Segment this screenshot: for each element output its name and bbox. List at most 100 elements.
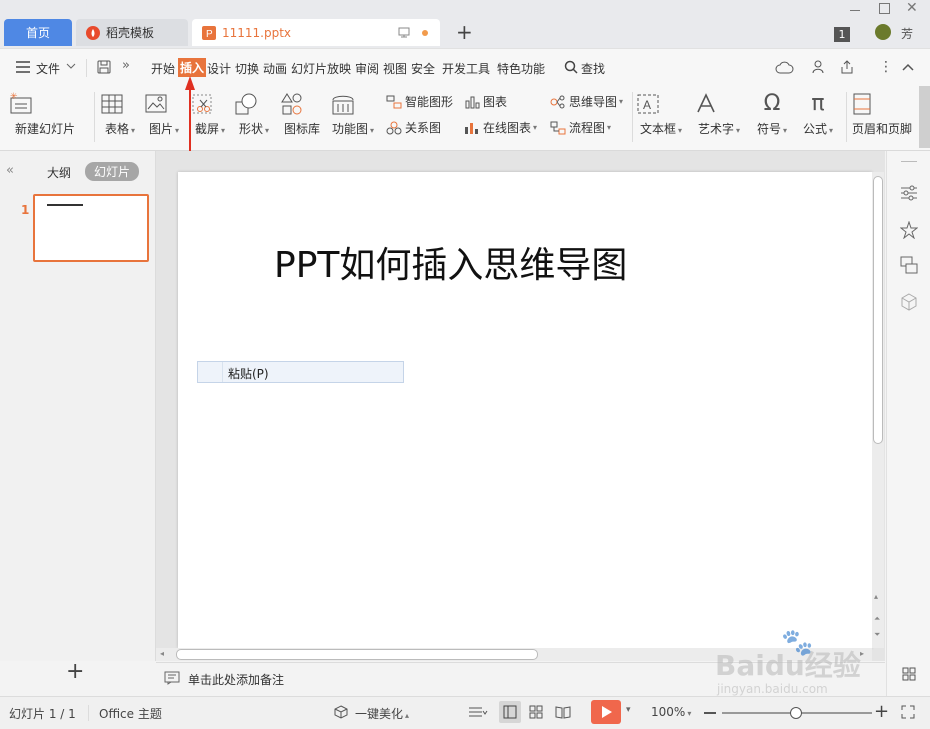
horizontal-scrollbar-thumb[interactable] <box>176 649 538 660</box>
vertical-scrollbar[interactable]: ▴ ⏶ ⏷ <box>872 172 884 648</box>
relation-chart-button[interactable]: 关系图 <box>386 119 441 136</box>
more-double-chevron-icon[interactable]: » <box>122 58 130 73</box>
chart-button[interactable]: 图表 <box>464 93 507 110</box>
collapse-ribbon-icon[interactable] <box>902 63 914 71</box>
zoom-level[interactable]: 100% ▾ <box>651 705 691 719</box>
smart-shape-icon <box>386 95 405 109</box>
grid-view-icon[interactable] <box>902 667 916 681</box>
play-slideshow-button[interactable] <box>591 700 621 724</box>
menu-view[interactable]: 视图 <box>383 60 407 77</box>
minimize-icon[interactable] <box>850 10 860 11</box>
context-menu: 粘贴(P) <box>197 361 404 383</box>
wordart-icon <box>694 92 744 116</box>
scroll-prev-icon[interactable]: ⏶ <box>874 614 880 624</box>
menu-slideshow[interactable]: 幻灯片放映 <box>291 60 351 77</box>
formula-button[interactable]: π 公式 ▾ <box>798 92 838 137</box>
smart-shape-button[interactable]: 智能图形 <box>386 93 453 110</box>
fit-window-icon[interactable] <box>901 705 915 719</box>
save-icon[interactable] <box>97 60 111 74</box>
zoom-out-icon[interactable] <box>704 712 716 714</box>
cube-icon[interactable] <box>900 293 918 311</box>
pi-icon: π <box>811 91 825 116</box>
animation-star-icon[interactable] <box>900 221 918 239</box>
menu-search[interactable]: 查找 <box>581 60 605 77</box>
slide-number: 1 <box>21 203 30 217</box>
tab-outline[interactable]: 大纲 <box>47 164 71 181</box>
sorter-view-icon[interactable] <box>529 705 543 719</box>
paste-menu-item[interactable]: 粘贴(P) <box>228 365 269 382</box>
header-footer-icon <box>852 92 918 116</box>
relation-icon <box>386 121 405 135</box>
beautify-button[interactable]: 一键美化 ▴ <box>355 705 409 722</box>
textbox-button[interactable]: A 文本框 ▾ <box>636 92 686 137</box>
slide-thumbnail[interactable] <box>33 194 149 262</box>
new-tab-button[interactable]: + <box>456 20 473 44</box>
menu-special[interactable]: 特色功能 <box>497 60 545 77</box>
slide-title[interactable]: PPT如何插入思维导图 <box>274 236 627 288</box>
menu-security[interactable]: 安全 <box>411 60 435 77</box>
notes-placeholder[interactable]: 单击此处添加备注 <box>188 671 284 688</box>
table-button[interactable]: 表格 ▾ <box>100 92 140 137</box>
pptx-icon: P <box>202 25 216 40</box>
tab-template[interactable]: 稻壳模板 <box>76 19 188 46</box>
more-vertical-icon[interactable]: ⋮ <box>879 59 893 75</box>
flowchart-button[interactable]: 流程图 ▾ <box>550 119 611 136</box>
theme-name[interactable]: Office 主题 <box>99 705 162 722</box>
tab-slides[interactable]: 幻灯片 <box>85 162 140 181</box>
scroll-left-icon[interactable]: ◂ <box>160 649 164 658</box>
notes-toggle-icon[interactable] <box>468 706 488 718</box>
normal-view-icon[interactable] <box>499 701 521 723</box>
new-slide-button[interactable]: ✳ 新建幻灯片 <box>8 92 82 137</box>
menu-review[interactable]: 审阅 <box>355 60 379 77</box>
zoom-slider-thumb[interactable] <box>790 707 802 719</box>
shapes-icon <box>234 92 274 116</box>
menu-animation[interactable]: 动画 <box>263 60 287 77</box>
watermark-brand: Baidu经验 <box>715 649 861 682</box>
slide-switch-icon[interactable] <box>900 256 918 274</box>
shape-button[interactable]: 形状 ▾ <box>234 92 274 137</box>
cloud-sync-icon[interactable] <box>775 61 795 75</box>
tab-home[interactable]: 首页 <box>4 19 72 46</box>
monitor-icon[interactable] <box>398 27 410 38</box>
hamburger-icon[interactable] <box>16 61 30 73</box>
tab-template-label: 稻壳模板 <box>106 26 155 40</box>
maximize-icon[interactable] <box>879 3 890 14</box>
export-icon[interactable] <box>840 60 854 74</box>
mindmap-button[interactable]: 思维导图 ▾ <box>550 93 623 110</box>
menu-start[interactable]: 开始 <box>151 60 175 77</box>
properties-icon[interactable] <box>900 185 918 201</box>
scroll-up-small-icon[interactable]: ▴ <box>874 592 878 601</box>
menu-design[interactable]: 设计 <box>207 60 231 77</box>
icon-library-button[interactable]: 图标库 <box>280 92 324 137</box>
symbol-button[interactable]: Ω 符号 ▾ <box>752 92 792 137</box>
share-user-icon[interactable] <box>812 60 826 74</box>
menu-transition[interactable]: 切换 <box>235 60 259 77</box>
slides-panel: « 大纲 幻灯片 1 + <box>0 151 156 684</box>
beautify-icon[interactable] <box>334 705 348 719</box>
play-options-chevron-icon[interactable]: ▾ <box>626 705 631 715</box>
picture-button[interactable]: 图片 ▾ <box>144 92 184 137</box>
reading-view-icon[interactable] <box>555 705 571 719</box>
chevron-down-icon[interactable] <box>66 63 76 69</box>
menu-developer[interactable]: 开发工具 <box>442 60 490 77</box>
ribbon-scroll-right[interactable] <box>919 86 930 148</box>
collapse-panel-icon[interactable]: « <box>6 163 14 178</box>
svg-text:P: P <box>206 29 213 40</box>
tab-file[interactable]: P 11111.pptx <box>192 19 440 46</box>
online-chart-button[interactable]: 在线图表 ▾ <box>464 119 537 136</box>
slide-canvas[interactable]: PPT如何插入思维导图 粘贴(P) <box>178 172 872 648</box>
close-icon[interactable]: ✕ <box>906 0 918 16</box>
picture-icon <box>144 92 184 116</box>
header-footer-button[interactable]: 页眉和页脚 <box>852 92 918 137</box>
function-chart-button[interactable]: 功能图 ▾ <box>330 92 376 137</box>
search-icon[interactable] <box>564 60 578 74</box>
window-count-badge[interactable]: 1 <box>834 27 850 42</box>
zoom-slider[interactable] <box>722 707 872 719</box>
add-slide-button[interactable]: + <box>66 659 84 684</box>
menu-file[interactable]: 文件 <box>36 60 60 77</box>
vertical-scrollbar-thumb[interactable] <box>873 176 883 444</box>
zoom-in-icon[interactable]: + <box>874 701 889 722</box>
scroll-next-icon[interactable]: ⏷ <box>874 630 880 640</box>
avatar[interactable] <box>875 24 891 40</box>
wordart-button[interactable]: 艺术字 ▾ <box>694 92 744 137</box>
